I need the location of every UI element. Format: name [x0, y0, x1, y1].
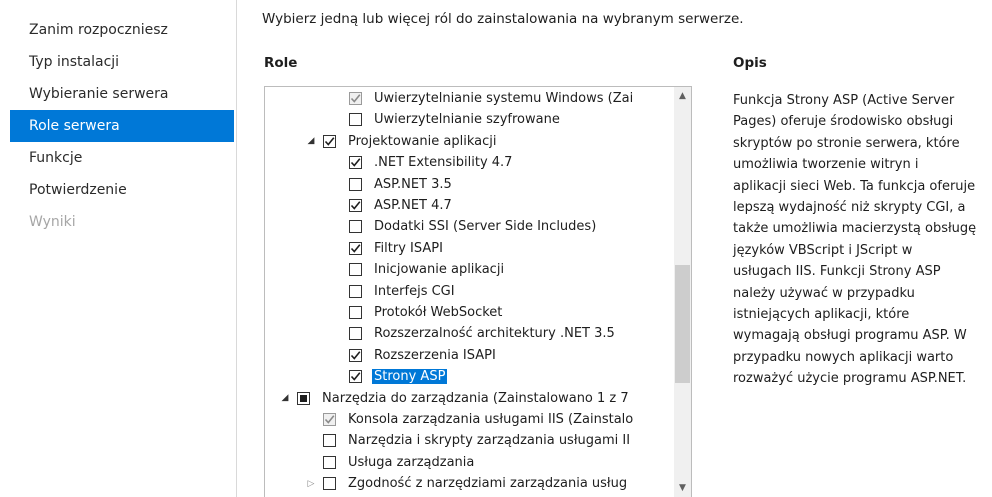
- tree-row[interactable]: Uwierzytelnianie systemu Windows (Zai: [331, 88, 633, 109]
- role-checkbox[interactable]: [349, 327, 362, 341]
- role-checkbox[interactable]: [349, 284, 362, 298]
- role-label[interactable]: Zgodność z narzędziami zarządzania usług: [348, 476, 627, 491]
- role-label[interactable]: Usługa zarządzania: [348, 455, 474, 470]
- role-checkbox[interactable]: [349, 156, 362, 170]
- tree-row[interactable]: Strony ASP: [331, 366, 448, 387]
- nav-item-typ-instalacji[interactable]: Typ instalacji: [10, 46, 234, 78]
- description-header: Opis: [733, 55, 767, 71]
- indeterminate-mark: [300, 394, 307, 402]
- role-checkbox[interactable]: [349, 220, 362, 234]
- tree-row[interactable]: Interfejs CGI: [331, 281, 455, 302]
- tree-row[interactable]: Filtry ISAPI: [331, 238, 443, 259]
- role-label[interactable]: .NET Extensibility 4.7: [374, 155, 512, 170]
- role-label[interactable]: Inicjowanie aplikacji: [374, 262, 504, 277]
- tree-row[interactable]: ◢ Narzędzia do zarządzania (Zainstalowano…: [279, 388, 629, 409]
- role-label[interactable]: Interfejs CGI: [374, 284, 455, 299]
- roles-header: Role: [264, 55, 298, 71]
- role-label[interactable]: Rozszerzalność architektury .NET 3.5: [374, 326, 615, 341]
- tree-row[interactable]: Uwierzytelnianie szyfrowane: [331, 109, 560, 130]
- role-label[interactable]: Narzędzia do zarządzania (Zainstalowano …: [322, 391, 629, 406]
- role-checkbox[interactable]: [349, 370, 362, 384]
- nav-item-potwierdzenie[interactable]: Potwierdzenie: [10, 174, 234, 206]
- nav-item-zanim-rozpoczniesz[interactable]: Zanim rozpoczniesz: [10, 14, 234, 46]
- role-label[interactable]: Narzędzia i skrypty zarządzania usługami…: [348, 433, 630, 448]
- tree-row[interactable]: Konsola zarządzania usługami IIS (Zainst…: [305, 409, 633, 430]
- tree-row[interactable]: ASP.NET 3.5: [331, 174, 452, 195]
- role-checkbox[interactable]: [297, 391, 310, 405]
- role-label[interactable]: ASP.NET 3.5: [374, 177, 452, 192]
- tree-row[interactable]: .NET Extensibility 4.7: [331, 152, 512, 173]
- role-checkbox[interactable]: [349, 263, 362, 277]
- role-checkbox[interactable]: [349, 241, 362, 255]
- nav-item-wybieranie-serwera[interactable]: Wybieranie serwera: [10, 78, 234, 110]
- role-checkbox[interactable]: [349, 177, 362, 191]
- role-checkbox[interactable]: [349, 199, 362, 212]
- role-label[interactable]: Protokół WebSocket: [374, 305, 502, 320]
- role-label[interactable]: Uwierzytelnianie szyfrowane: [374, 112, 560, 127]
- nav-item-funkcje[interactable]: Funkcje: [10, 142, 234, 174]
- role-label[interactable]: Dodatki SSI (Server Side Includes): [374, 219, 596, 234]
- navigation-divider: [236, 0, 237, 497]
- roles-tree[interactable]: Uwierzytelnianie systemu Windows (Zai Uwi…: [264, 86, 692, 497]
- tree-row[interactable]: Usługa zarządzania: [305, 452, 474, 473]
- role-checkbox[interactable]: [323, 477, 336, 491]
- role-checkbox: [349, 92, 362, 105]
- nav-item-wyniki: Wyniki: [29, 214, 76, 230]
- collapse-triangle-icon[interactable]: ◢: [305, 131, 317, 152]
- role-checkbox[interactable]: [349, 306, 362, 319]
- chevron-down-icon[interactable]: ▼: [674, 479, 691, 496]
- scrollbar-thumb[interactable]: [675, 265, 690, 383]
- role-checkbox[interactable]: [349, 348, 362, 362]
- collapse-triangle-icon[interactable]: ◢: [279, 388, 291, 409]
- role-label[interactable]: Uwierzytelnianie systemu Windows (Zai: [374, 91, 633, 106]
- tree-row[interactable]: Dodatki SSI (Server Side Includes): [331, 216, 596, 237]
- tree-row[interactable]: Protokół WebSocket: [331, 302, 502, 323]
- role-checkbox[interactable]: [323, 455, 336, 469]
- role-checkbox[interactable]: [349, 113, 362, 127]
- tree-row[interactable]: ▷ Zgodność z narzędziami zarządzania usłu…: [305, 473, 628, 494]
- role-label[interactable]: Konsola zarządzania usługami IIS (Zainst…: [348, 412, 633, 427]
- role-description: Funkcja Strony ASP (Active Server Pages)…: [733, 93, 977, 387]
- expand-triangle-icon[interactable]: ▷: [305, 473, 317, 494]
- roles-tree-content: Uwierzytelnianie systemu Windows (Zai Uwi…: [265, 87, 675, 497]
- role-label[interactable]: Strony ASP: [372, 369, 448, 385]
- instruction-text: Wybierz jedną lub więcej ról do zainstal…: [262, 11, 744, 27]
- role-label[interactable]: Rozszerzenia ISAPI: [374, 348, 496, 363]
- role-checkbox: [323, 413, 336, 426]
- role-label[interactable]: Filtry ISAPI: [374, 241, 443, 256]
- tree-row[interactable]: ◢ Projektowanie aplikacji: [305, 131, 497, 152]
- role-label[interactable]: ASP.NET 4.7: [374, 198, 452, 213]
- tree-row[interactable]: Narzędzia i skrypty zarządzania usługami…: [305, 430, 630, 451]
- role-checkbox[interactable]: [323, 434, 336, 448]
- tree-row[interactable]: Rozszerzalność architektury .NET 3.5: [331, 323, 615, 344]
- tree-row[interactable]: Inicjowanie aplikacji: [331, 259, 504, 280]
- role-label[interactable]: Projektowanie aplikacji: [348, 134, 496, 149]
- tree-row[interactable]: Rozszerzenia ISAPI: [331, 345, 496, 366]
- nav-item-role-serwera[interactable]: Role serwera: [10, 110, 234, 142]
- wizard-navigation: Zanim rozpoczniesz Typ instalacji Wybieran…: [0, 0, 236, 497]
- tree-scrollbar[interactable]: ▲ ▼: [674, 87, 691, 497]
- chevron-up-icon[interactable]: ▲: [674, 87, 691, 104]
- tree-row[interactable]: ASP.NET 4.7: [331, 195, 452, 216]
- role-checkbox[interactable]: [323, 134, 336, 148]
